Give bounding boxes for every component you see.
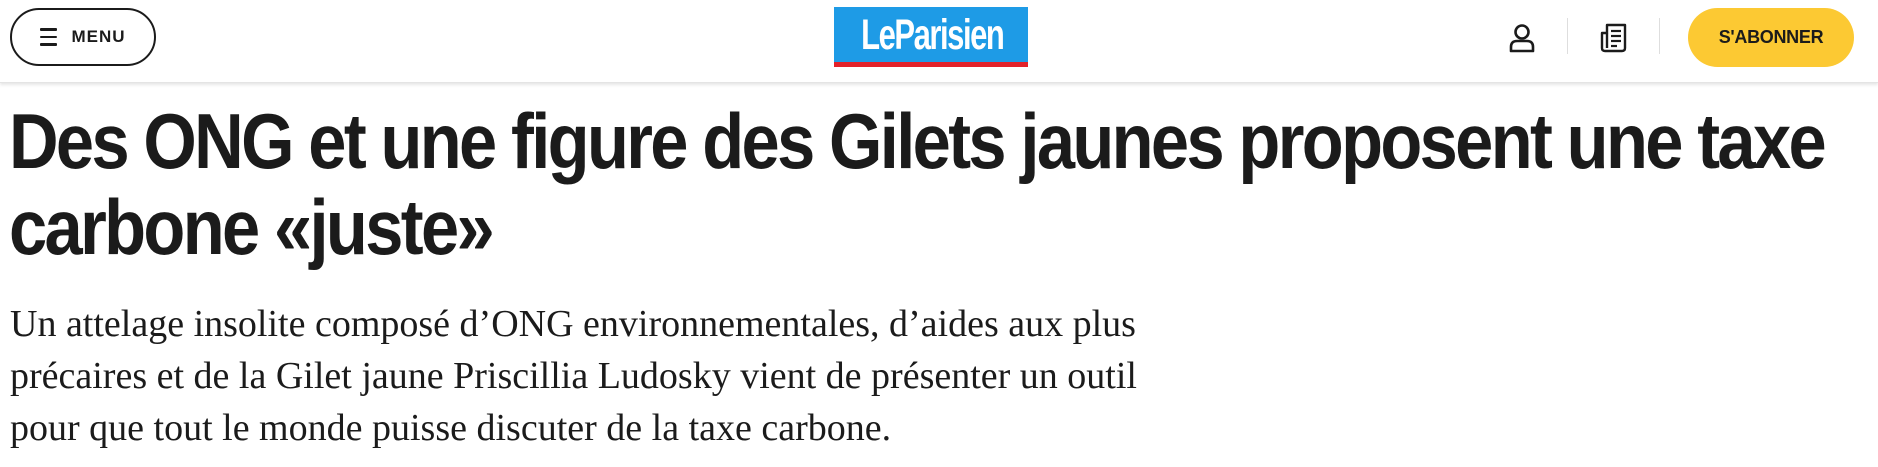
subscribe-button[interactable]: S'ABONNER	[1688, 8, 1854, 67]
account-button[interactable]	[1502, 18, 1542, 58]
header-divider	[1659, 18, 1660, 54]
le-parisien-logo[interactable]: LeParisien	[834, 7, 1028, 67]
standfirst-line: pour que tout le monde puisse discuter d…	[10, 407, 892, 449]
article-standfirst: Un attelage insolite composé d’ONG envir…	[10, 298, 1410, 454]
headline-line: Des ONG et une figure des Gilets jaunes …	[9, 97, 1827, 185]
standfirst-line: Un attelage insolite composé d’ONG envir…	[10, 303, 1136, 345]
menu-button[interactable]: MENU	[10, 8, 156, 66]
top-navigation-bar: MENU LeParisien S'ABONNER	[0, 0, 1878, 83]
user-icon	[1509, 24, 1535, 53]
article-headline: Des ONG et une figure des Gilets jaunes …	[9, 97, 1827, 271]
logo-red-bar	[834, 62, 1028, 67]
standfirst-line: précaires et de la Gilet jaune Priscilli…	[10, 355, 1137, 397]
hamburger-icon	[40, 28, 58, 46]
logo-text: LeParisien	[861, 11, 1005, 59]
header-divider	[1567, 18, 1568, 54]
menu-label: MENU	[71, 27, 126, 46]
headline-line: carbone «juste»	[9, 183, 495, 271]
journal-button[interactable]	[1594, 18, 1634, 58]
newspaper-icon	[1600, 23, 1627, 53]
